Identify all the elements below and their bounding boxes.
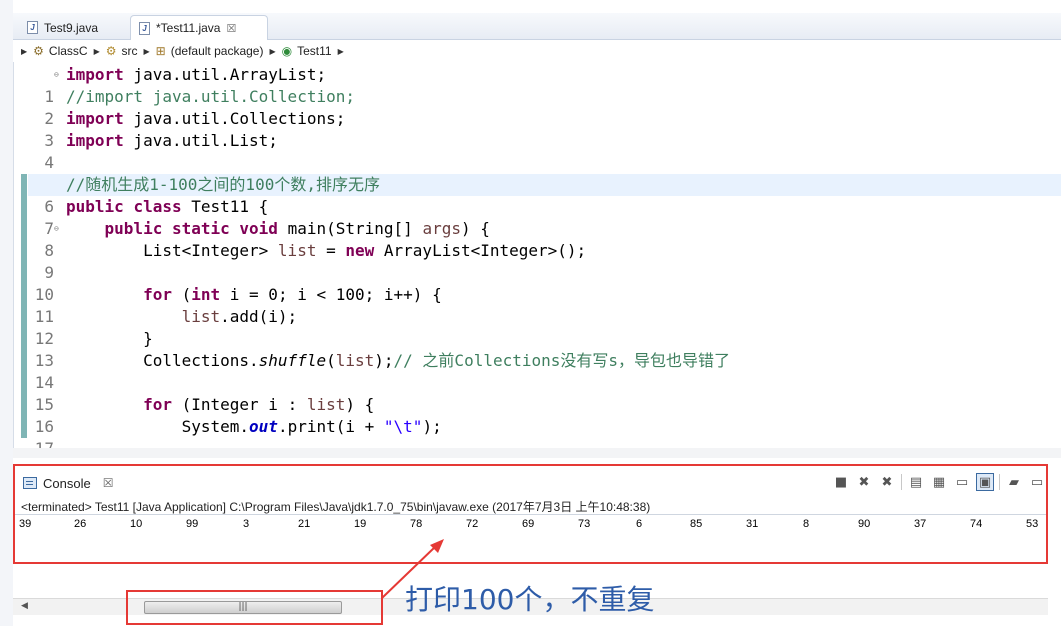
output-value: 72 <box>466 518 479 530</box>
output-value: 10 <box>130 518 143 530</box>
output-value: 78 <box>410 518 423 530</box>
console-toolbar: ■ ✖ ✖ ▤ ▦ ▭ ▣ ▰ ▭ <box>827 473 1046 491</box>
pin-console-icon[interactable]: ▰ <box>1005 473 1023 491</box>
output-value: 26 <box>74 518 87 530</box>
display-console-icon[interactable]: ▭ <box>1028 473 1046 491</box>
close-icon[interactable]: ☒ <box>103 476 114 490</box>
line-number: 17 <box>28 438 54 448</box>
class-icon: ◉ <box>281 44 293 58</box>
editor-horizontal-scrollbar[interactable] <box>13 448 1061 458</box>
output-value: 8 <box>803 518 810 530</box>
output-value: 6 <box>636 518 643 530</box>
word-wrap-icon[interactable]: ▭ <box>953 473 971 491</box>
output-value: 99 <box>186 518 199 530</box>
code-line-10[interactable]: 10 <box>28 262 1061 304</box>
chevron-right-icon[interactable]: ▶ <box>94 47 100 56</box>
output-value: 3 <box>243 518 250 530</box>
breadcrumb-item-class[interactable]: ◉ Test11 <box>282 44 332 58</box>
code-line-1[interactable]: 1 ⊖ import java.util.ArrayList; <box>28 64 1061 106</box>
fold-icon[interactable]: ⊖ <box>54 218 59 240</box>
remove-all-icon[interactable]: ✖ <box>878 473 896 491</box>
console-output[interactable]: 39 26 10 99 3 21 19 78 72 69 73 6 85 31 … <box>15 514 1046 532</box>
console-icon <box>23 477 37 489</box>
chevron-right-icon[interactable]: ▶ <box>21 47 27 56</box>
output-value: 39 <box>19 518 32 530</box>
breadcrumb-item-package[interactable]: ⊞ (default package) <box>156 44 264 58</box>
java-file-icon: J <box>27 21 38 34</box>
package-icon: ⊞ <box>155 44 166 58</box>
output-value: 69 <box>522 518 535 530</box>
output-value: 31 <box>746 518 759 530</box>
code-line-7[interactable]: 7 public class Test11 { <box>28 196 1061 238</box>
tab-test9-java[interactable]: J Test9.java <box>19 15 127 40</box>
console-status: <terminated> Test11 [Java Application] C… <box>21 500 651 514</box>
close-icon[interactable]: ☒ <box>226 22 236 35</box>
tab-test11-java[interactable]: J *Test11.java ☒ <box>130 15 268 40</box>
remove-launch-icon[interactable]: ✖ <box>855 473 873 491</box>
code-line-11[interactable]: 11 for (int i = 0; i < 100; i++) { <box>28 284 1061 326</box>
stop-icon[interactable]: ■ <box>832 473 850 491</box>
chevron-right-icon[interactable]: ▶ <box>269 47 275 56</box>
output-value: 19 <box>354 518 367 530</box>
code-line-17[interactable]: 17 System.out.print(i + "\t"); <box>28 416 1061 448</box>
code-line-16[interactable]: 16 for (Integer i : list) { <box>28 394 1061 436</box>
chevron-right-icon[interactable]: ▶ <box>144 47 150 56</box>
toolbar-separator <box>999 474 1000 490</box>
editor-tab-bar: J Test9.java J *Test11.java ☒ <box>13 13 1061 40</box>
output-value: 90 <box>858 518 871 530</box>
output-value: 21 <box>298 518 311 530</box>
scroll-lock-icon[interactable]: ▦ <box>930 473 948 491</box>
tab-label: Test9.java <box>44 20 99 35</box>
tab-label: *Test11.java <box>156 21 221 35</box>
left-panel-edge <box>0 0 13 626</box>
code-line-6[interactable]: 6 //随机生成1-100之间的100个数,排序无序 <box>28 174 1061 216</box>
output-value: 53 <box>1026 518 1039 530</box>
output-value: 74 <box>970 518 983 530</box>
java-file-icon: J <box>139 21 150 35</box>
code-line-4[interactable]: 4 import java.util.List; <box>28 130 1061 172</box>
change-marker <box>21 174 27 438</box>
code-editor[interactable]: 1 ⊖ import java.util.ArrayList; 2 //impo… <box>13 62 1061 448</box>
code-line-15[interactable]: 15 <box>28 372 1061 414</box>
console-header: Console ☒ ■ ✖ ✖ ▤ ▦ ▭ ▣ ▰ ▭ <box>15 470 1046 496</box>
annotation-text: 打印100个，不重复 <box>405 583 655 616</box>
console-view: Console ☒ ■ ✖ ✖ ▤ ▦ ▭ ▣ ▰ ▭ <terminated>… <box>13 464 1048 564</box>
tab-console[interactable]: Console ☒ <box>15 476 113 491</box>
console-tab-label: Console <box>43 475 91 491</box>
clear-console-icon[interactable]: ▤ <box>907 473 925 491</box>
scroll-left-icon[interactable]: ◀ <box>21 601 28 611</box>
code-line-13[interactable]: 13 } <box>28 328 1061 370</box>
breadcrumb: ▶ ⚙ ClassC ▶ ⚙ src ▶ ⊞ (default package)… <box>13 40 1061 62</box>
fold-icon[interactable]: ⊖ <box>54 64 59 86</box>
code-line-12[interactable]: 12 list.add(i); <box>28 306 1061 348</box>
code-line-5[interactable]: 5 <box>28 152 1061 194</box>
code-line-2[interactable]: 2 //import java.util.Collection; <box>28 86 1061 128</box>
show-on-output-icon[interactable]: ▣ <box>976 473 994 491</box>
change-ruler <box>21 62 27 448</box>
breadcrumb-item-project[interactable]: ⚙ ClassC <box>33 44 87 58</box>
code-line-14[interactable]: 14 Collections.shuffle(list);// 之前Collec… <box>28 350 1061 392</box>
output-value: 37 <box>914 518 927 530</box>
toolbar-separator <box>901 474 902 490</box>
project-icon: ⚙ <box>33 44 44 58</box>
code-line-9[interactable]: 9 List<Integer> list = new ArrayList<Int… <box>28 240 1061 282</box>
output-value: 85 <box>690 518 703 530</box>
chevron-right-icon[interactable]: ▶ <box>338 47 344 56</box>
highlight-box-scrollbar <box>126 590 383 625</box>
code-line-8[interactable]: 8 ⊖ public static void main(String[] arg… <box>28 218 1061 260</box>
code-line-3[interactable]: 3 import java.util.Collections; <box>28 108 1061 150</box>
source-folder-icon: ⚙ <box>105 44 117 58</box>
breadcrumb-item-src[interactable]: ⚙ src <box>106 44 138 58</box>
output-value: 73 <box>578 518 591 530</box>
